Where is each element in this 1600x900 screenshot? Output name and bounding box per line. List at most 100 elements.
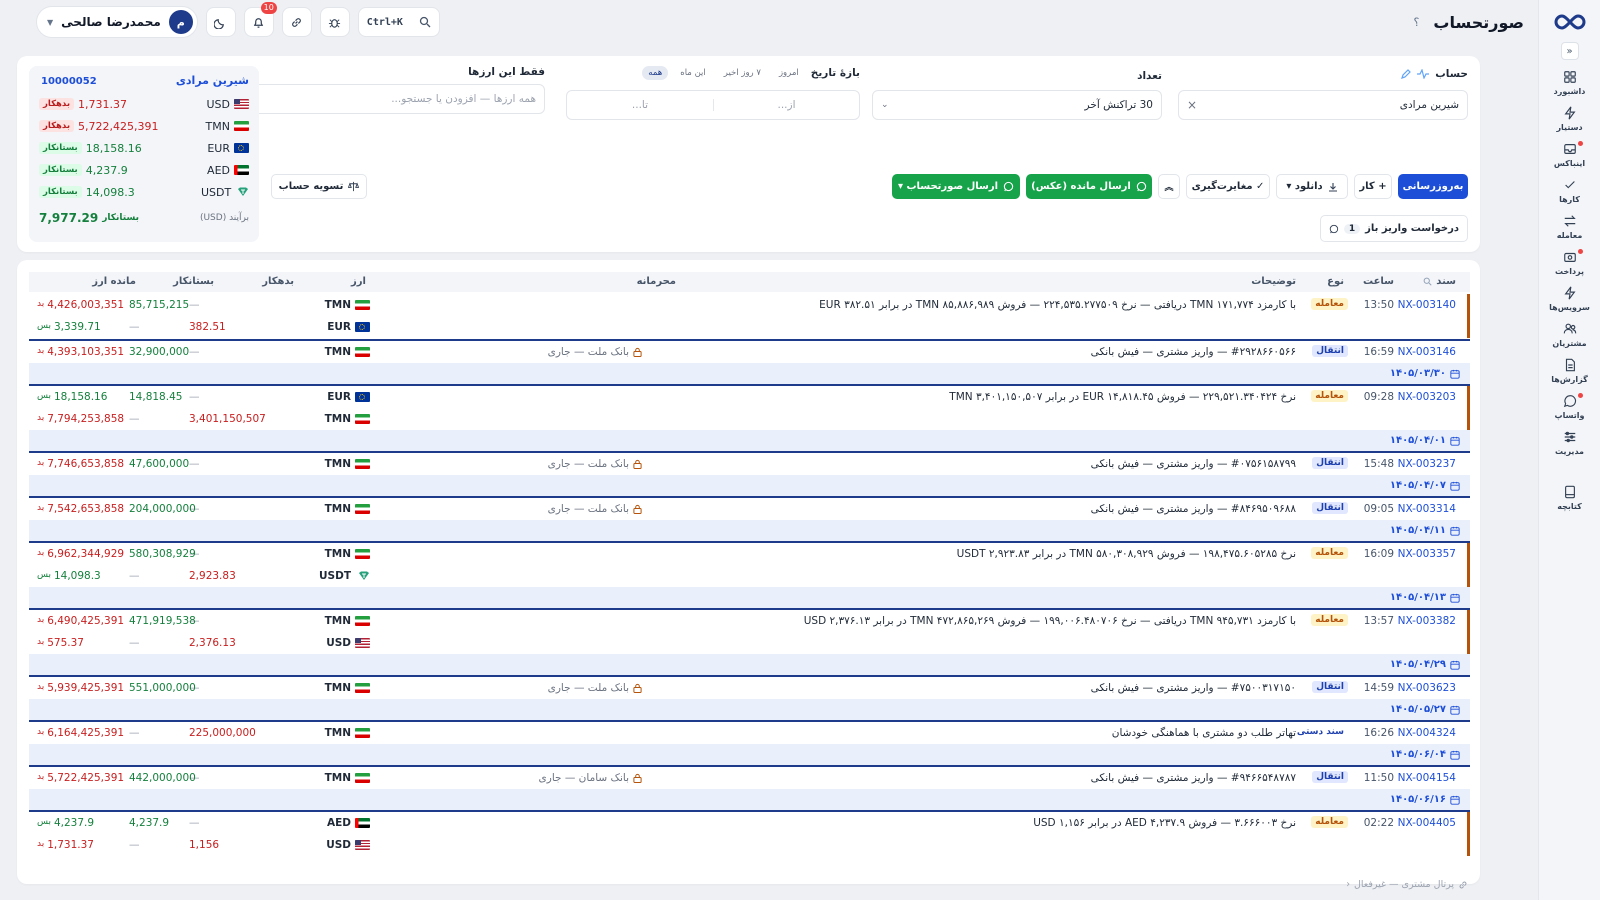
debug-button[interactable]: [319, 7, 350, 37]
table-row[interactable]: NX-003203 09:28 معامله نرخ ۲۲۹,۵۲۱.۳۴۰۴۲۴ —…: [29, 384, 1470, 452]
sidebar-item-label: معامله: [1556, 231, 1583, 240]
scale-icon: [348, 181, 360, 192]
currency-code: TMN: [324, 682, 351, 694]
date-from-input[interactable]: از...: [713, 99, 859, 111]
notifications-button[interactable]: 10: [243, 2, 277, 37]
account-select[interactable]: شیرین مرادی ×: [1178, 90, 1468, 120]
discrepancy-button[interactable]: ✓ مغایرت‌گیری: [1186, 174, 1270, 199]
summary-amount: 4,237.9: [85, 163, 128, 177]
row-type: انتقال: [1312, 770, 1348, 783]
row-credit: 580,308,929: [129, 548, 196, 560]
download-button[interactable]: دانلود ▾: [1276, 174, 1348, 199]
collapse-sidebar-icon[interactable]: «: [1560, 42, 1579, 60]
doc-link[interactable]: NX-003623: [1398, 682, 1456, 694]
lock-icon: [633, 504, 642, 514]
sidebar-item-chat[interactable]: واتساپ: [1542, 393, 1598, 420]
sliders-icon: [1562, 429, 1578, 445]
doc-link[interactable]: NX-003203: [1398, 391, 1456, 403]
portal-status: پرتال مشتری — غیرفعال ‹: [1346, 879, 1468, 890]
row-time: 09:05: [1363, 503, 1394, 515]
doc-link[interactable]: NX-004154: [1398, 772, 1456, 784]
sidebar-item-inbox[interactable]: اینباکس: [1542, 141, 1598, 168]
doc-link[interactable]: NX-003140: [1398, 299, 1456, 311]
flag-usd-icon: [355, 638, 370, 648]
refresh-button[interactable]: به‌روزرسانی: [1398, 174, 1468, 199]
row-debit: —: [189, 817, 200, 829]
collapse-actions-button[interactable]: ︽: [1158, 174, 1180, 199]
sidebar-item-sliders[interactable]: مدیریت: [1542, 429, 1598, 456]
date-label: ۱۴۰۵/۰۶/۱۶: [1390, 794, 1460, 805]
currencies-input[interactable]: همه ارزها — افزودن یا جستجو...: [253, 84, 545, 114]
sidebar-item-label: اینباکس: [1553, 159, 1586, 168]
row-type: معامله: [1311, 297, 1348, 310]
table-row[interactable]: NX-004154 11:50 انتقال #۹۴۶۶۵۴۸۷۸۷ — واریز …: [29, 765, 1470, 811]
doc-link[interactable]: NX-003382: [1398, 615, 1456, 627]
sidebar-item-bolt[interactable]: دستیار: [1542, 105, 1598, 132]
link-icon: [292, 17, 302, 27]
doc-link[interactable]: NX-003146: [1398, 346, 1456, 358]
doc-link[interactable]: NX-003357: [1398, 548, 1456, 560]
date-to-input[interactable]: تا...: [567, 99, 713, 111]
row-confidential: بانک ملت — جاری: [548, 682, 642, 694]
open-deposit-button[interactable]: درخواست واریز باز 1: [1320, 215, 1468, 242]
dark-mode-button[interactable]: [205, 7, 236, 37]
logo-icon[interactable]: [1550, 10, 1590, 34]
header-doc[interactable]: سند: [1423, 276, 1456, 287]
calendar-icon: [1450, 705, 1460, 715]
balance-tag: بد: [37, 727, 45, 737]
notification-badge: 10: [260, 2, 277, 14]
sidebar-item-dashboard[interactable]: داشبورد: [1542, 69, 1598, 96]
table-row[interactable]: NX-003382 13:57 معامله با کارمزد TMN ۹۴۵,۷۳…: [29, 608, 1470, 676]
chip-this-month[interactable]: این ماه: [674, 66, 712, 80]
sidebar-item-report[interactable]: گزارش‌ها: [1542, 357, 1598, 384]
sidebar-item-users[interactable]: مشتریان: [1542, 321, 1598, 348]
doc-link[interactable]: NX-004405: [1398, 817, 1456, 829]
calendar-icon: [1450, 526, 1460, 536]
chip-today[interactable]: امروز: [773, 66, 805, 80]
doc-link[interactable]: NX-003314: [1398, 503, 1456, 515]
table-row[interactable]: NX-003623 14:59 انتقال #۷۵۰۰۳۱۷۱۵۰ — واریز …: [29, 675, 1470, 721]
balance-tag: بس: [37, 391, 51, 401]
global-search-button[interactable]: Ctrl+K: [357, 7, 440, 37]
send-balance-button[interactable]: ارسال مانده (عکس): [1026, 174, 1152, 199]
chip-all[interactable]: همه: [642, 66, 669, 80]
row-currency: TMN: [325, 772, 370, 784]
header-debit: بدهکار: [262, 276, 294, 287]
send-statement-button[interactable]: ارسال صورتحساب ▾: [892, 174, 1020, 199]
sidebar-item-bolt[interactable]: سرویس‌ها: [1542, 285, 1598, 312]
sidebar-item-book[interactable]: کتابچه: [1542, 484, 1598, 511]
link-button[interactable]: [281, 7, 312, 37]
edit-icon[interactable]: [1401, 69, 1412, 79]
pulse-icon[interactable]: [1417, 69, 1430, 79]
settle-account-button[interactable]: تسویه حساب: [271, 174, 367, 199]
table-row[interactable]: NX-003314 09:05 انتقال #۸۴۶۹۵۰۹۶۸۸ — واریز …: [29, 496, 1470, 542]
table-row[interactable]: NX-004324 16:26 سند دستی تهاتر طلب دو مشتری…: [29, 720, 1470, 766]
sidebar-item-check[interactable]: کارها: [1542, 177, 1598, 204]
user-name: محمدرضا صالحی: [61, 15, 161, 29]
table-row[interactable]: NX-003146 16:59 انتقال #۲۹۲۸۶۶۰۵۶۶ — واریز …: [29, 339, 1470, 385]
table-row[interactable]: NX-003237 15:48 انتقال #۰۷۵۶۱۵۸۷۹۹ — واریز …: [29, 451, 1470, 497]
table-row[interactable]: NX-003140 13:50 معامله با کارمزد TMN ۱۷۱,۷۷…: [29, 294, 1470, 338]
add-task-button[interactable]: + کار: [1354, 174, 1392, 199]
summary-currency: USDT: [201, 186, 249, 199]
flag-tmn-icon: [355, 504, 370, 514]
row-currency: TMN: [325, 346, 370, 358]
chip-7days[interactable]: ۷ روز اخیر: [718, 66, 767, 80]
sidebar-item-swap[interactable]: معامله: [1542, 213, 1598, 240]
table-row[interactable]: NX-003357 16:09 معامله نرخ ۱۹۸,۴۷۵.۶۰۵۲۸۵ —…: [29, 541, 1470, 609]
count-select[interactable]: 30 تراکنش آخر ⌄: [872, 90, 1162, 120]
sidebar-item-payment[interactable]: پرداخت: [1542, 249, 1598, 276]
date-separator: ۱۴۰۵/۰۶/۰۴: [29, 744, 1470, 766]
clear-icon[interactable]: ×: [1187, 98, 1197, 112]
table-row[interactable]: NX-004405 02:22 معامله نرخ ۳.۶۶۶۰۰۳ — فروش …: [29, 810, 1470, 856]
row-currency: TMN: [325, 727, 370, 739]
whatsapp-icon[interactable]: [1329, 223, 1339, 235]
doc-link[interactable]: NX-004324: [1398, 727, 1456, 739]
row-type: انتقال: [1312, 456, 1348, 469]
search-icon[interactable]: [1423, 277, 1432, 286]
doc-link[interactable]: NX-003237: [1398, 458, 1456, 470]
help-icon[interactable]: ؟: [1414, 16, 1420, 29]
user-menu[interactable]: ▼ محمدرضا صالحی م: [36, 6, 198, 38]
row-description: #۸۴۶۹۵۰۹۶۸۸ — واریز مشتری — فیش بانکی: [1090, 503, 1296, 515]
table-header: سند ساعت نوع توضیحات محرمانه ارز بدهکار …: [29, 272, 1470, 292]
